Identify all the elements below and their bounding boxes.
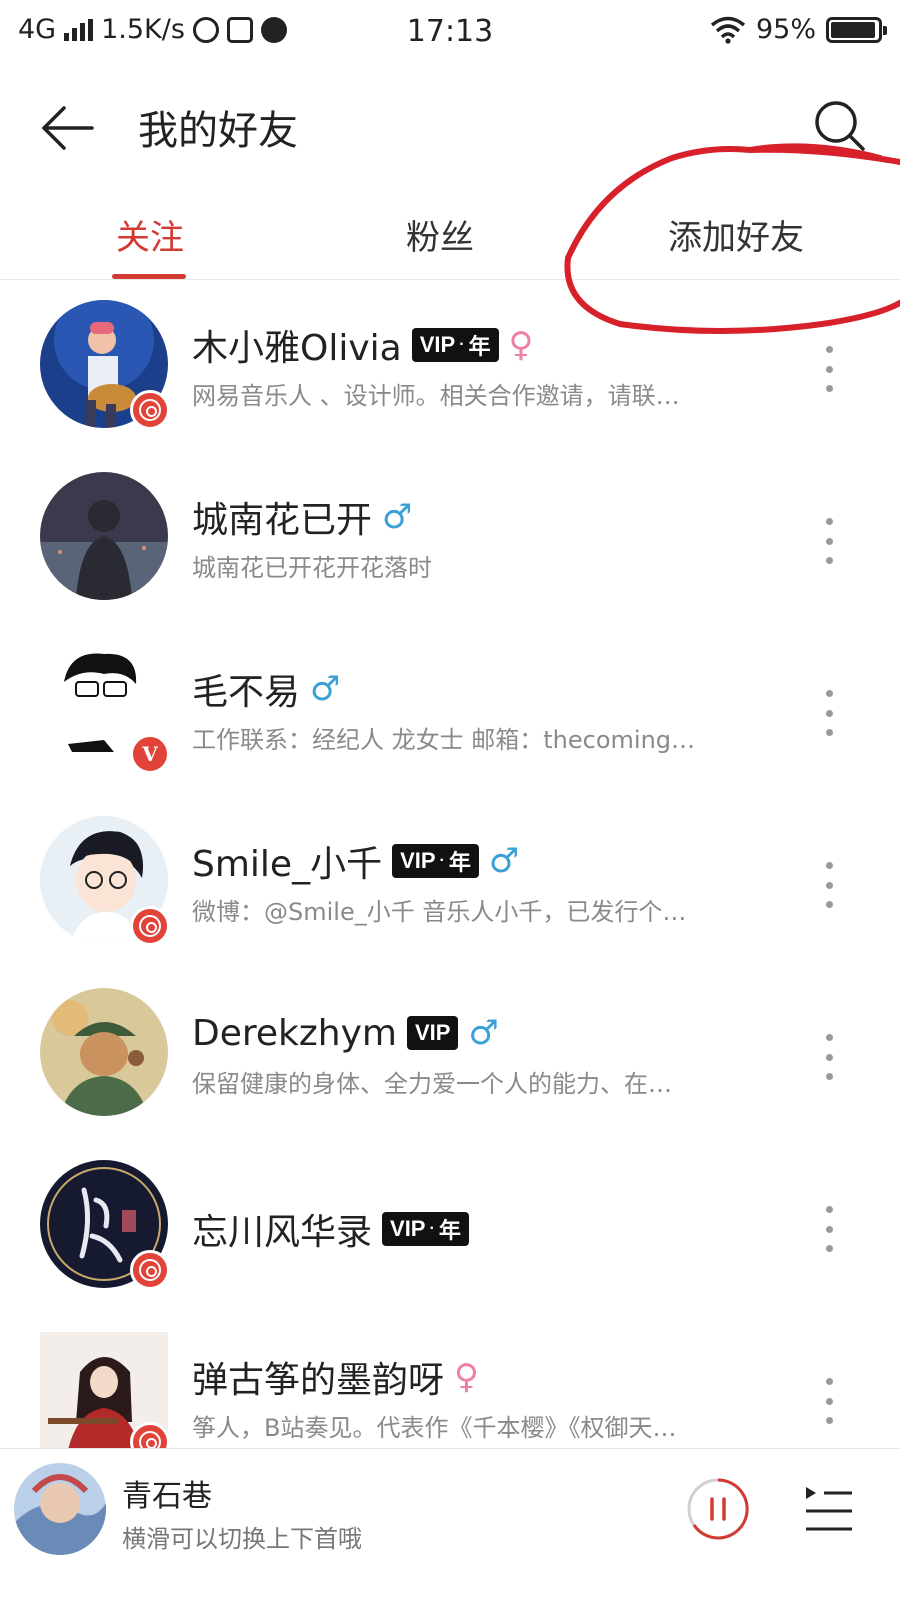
wifi-icon xyxy=(710,16,746,44)
name-line: 弹古筝的墨韵呀 ♀ xyxy=(192,1354,479,1401)
search-button[interactable] xyxy=(808,94,872,158)
friend-name: 弹古筝的墨韵呀 xyxy=(192,1360,445,1401)
vip-badge: VIP xyxy=(406,1016,459,1050)
male-icon: ♂ xyxy=(488,841,520,881)
more-options-button[interactable] xyxy=(814,518,844,564)
tab-following[interactable]: 关注 xyxy=(0,210,300,278)
friend-description: 网易音乐人 、设计师。相关合作邀请，请联… xyxy=(192,382,680,410)
status-bar: 4G 1.5K/s 17:13 95% xyxy=(0,0,900,64)
name-line: Smile_小千 VIP · 年 ♂ xyxy=(192,838,520,885)
friend-description: 保留健康的身体、全力爱一个人的能力、在… xyxy=(192,1070,672,1098)
vip-text: VIP xyxy=(414,1020,451,1045)
name-line: 忘川风华录 VIP · 年 xyxy=(192,1206,469,1253)
name-line: 木小雅Olivia VIP · 年 ♀ xyxy=(192,322,534,369)
vip-text: VIP xyxy=(400,848,436,873)
more-options-button[interactable] xyxy=(814,346,844,392)
friend-name: Smile_小千 xyxy=(192,844,383,885)
friend-description: 筝人，B站奏见。代表作《千本樱》《权御天… xyxy=(192,1414,677,1442)
song-title: 青石巷 xyxy=(122,1479,212,1514)
tab-add-friend[interactable]: 添加好友 xyxy=(586,210,886,278)
more-options-button[interactable] xyxy=(814,690,844,736)
pause-icon xyxy=(687,1478,749,1540)
mini-player[interactable]: 青石巷 横滑可以切换上下首哦 xyxy=(0,1448,900,1600)
vip-text: VIP xyxy=(419,332,456,357)
friend-name: 忘川风华录 xyxy=(192,1212,373,1253)
more-options-button[interactable] xyxy=(814,1034,844,1080)
status-right: 95% xyxy=(710,14,887,45)
tab-bar: 关注 粉丝 添加好友 xyxy=(0,200,900,280)
list-item[interactable]: 城南花已开 ♂ 城南花已开花开花落时 xyxy=(0,454,900,626)
female-icon: ♀ xyxy=(508,325,534,365)
friend-description: 微博：@Smile_小千 音乐人小千，已发行个… xyxy=(192,898,687,926)
vip-year-badge: VIP · 年 xyxy=(411,328,499,362)
name-line: Derekzhym VIP ♂ xyxy=(192,1010,499,1056)
list-item[interactable]: 木小雅Olivia VIP · 年 ♀ 网易音乐人 、设计师。相关合作邀请，请联… xyxy=(0,282,900,454)
friend-name: 毛不易 xyxy=(192,672,301,713)
song-hint: 横滑可以切换上下首哦 xyxy=(122,1525,362,1553)
vip-year-text: 年 xyxy=(438,1218,461,1243)
friend-name: 木小雅Olivia xyxy=(192,328,402,369)
more-options-button[interactable] xyxy=(814,1206,844,1252)
friend-description: 工作联系：经纪人 龙女士 邮箱：thecoming… xyxy=(192,726,696,754)
name-line: 毛不易 ♂ xyxy=(192,666,341,713)
tab-indicator xyxy=(112,274,186,279)
arrow-left-icon xyxy=(42,106,94,150)
avatar xyxy=(40,988,168,1116)
header: 我的好友 xyxy=(0,78,900,178)
pause-button[interactable] xyxy=(686,1477,750,1541)
music-badge-icon xyxy=(130,1250,170,1290)
male-icon: ♂ xyxy=(310,669,341,709)
vip-year-text: 年 xyxy=(448,850,471,875)
male-icon: ♂ xyxy=(382,497,413,537)
back-button[interactable] xyxy=(36,96,100,160)
female-icon: ♀ xyxy=(454,1357,479,1397)
battery-icon xyxy=(826,16,887,43)
album-cover[interactable] xyxy=(14,1463,106,1555)
more-options-button[interactable] xyxy=(814,862,844,908)
music-badge-icon xyxy=(130,906,170,946)
tab-fans[interactable]: 粉丝 xyxy=(290,210,590,278)
playlist-icon xyxy=(806,1487,852,1531)
search-icon xyxy=(815,101,865,151)
playlist-button[interactable] xyxy=(800,1483,856,1535)
vip-year-text: 年 xyxy=(468,334,491,359)
male-icon: ♂ xyxy=(468,1013,499,1053)
vip-text: VIP xyxy=(390,1216,426,1241)
name-line: 城南花已开 ♂ xyxy=(192,494,413,541)
music-badge-icon xyxy=(130,390,170,430)
vip-year-badge: VIP · 年 xyxy=(382,1212,469,1246)
page-title: 我的好友 xyxy=(138,108,298,154)
verified-v-badge-icon: V xyxy=(130,734,170,774)
more-options-button[interactable] xyxy=(814,1378,844,1424)
list-item[interactable]: V 毛不易 ♂ 工作联系：经纪人 龙女士 邮箱：thecoming… xyxy=(0,626,900,798)
avatar xyxy=(40,472,168,600)
list-item[interactable]: 忘川风华录 VIP · 年 xyxy=(0,1142,900,1314)
friend-name: Derekzhym xyxy=(192,1012,397,1054)
friend-name: 城南花已开 xyxy=(192,500,373,541)
list-item[interactable]: Derekzhym VIP ♂ 保留健康的身体、全力爱一个人的能力、在… xyxy=(0,970,900,1142)
battery-percent: 95% xyxy=(755,14,816,45)
friend-description: 城南花已开花开花落时 xyxy=(192,554,432,582)
list-item[interactable]: Smile_小千 VIP · 年 ♂ 微博：@Smile_小千 音乐人小千，已发行个… xyxy=(0,798,900,970)
vip-year-badge: VIP · 年 xyxy=(392,844,479,878)
